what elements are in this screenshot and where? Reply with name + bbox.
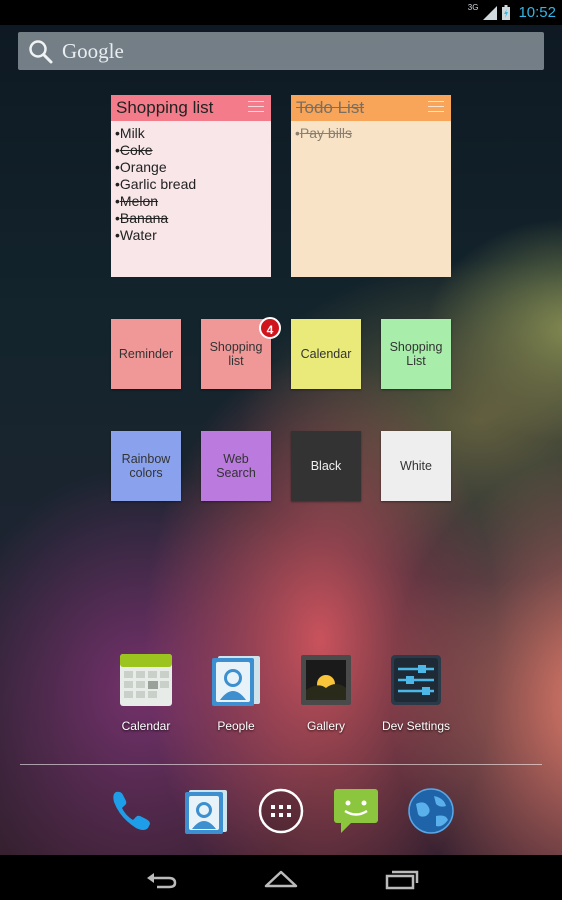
search-placeholder: Google — [62, 39, 124, 63]
clock: 10:52 — [518, 4, 556, 21]
back-icon[interactable] — [143, 866, 179, 890]
calendar-tile[interactable]: Calendar — [291, 319, 361, 389]
shopping-list-widget[interactable]: Shopping list •Milk •Coke •Orange •Garli… — [111, 95, 271, 277]
browser-icon[interactable] — [406, 786, 456, 836]
app-dev-settings[interactable]: Dev Settings — [371, 652, 461, 733]
note-body[interactable]: •Pay bills — [291, 121, 451, 146]
notification-badge: 4 — [259, 317, 281, 339]
note-title: Todo List — [296, 98, 365, 117]
list-item: •Pay bills — [295, 125, 353, 141]
menu-icon[interactable] — [428, 101, 444, 114]
calendar-icon — [120, 654, 172, 706]
navigation-bar — [0, 855, 562, 900]
messaging-icon[interactable] — [331, 786, 381, 836]
app-drawer-icon[interactable] — [256, 786, 306, 836]
list-item: •Water — [115, 227, 157, 243]
app-label: Gallery — [306, 719, 345, 733]
search-icon — [29, 40, 53, 64]
shopping-list-tile[interactable]: Shopping list 4 — [201, 317, 281, 389]
app-calendar[interactable]: Calendar — [101, 652, 191, 733]
gallery-icon — [301, 655, 351, 705]
white-tile[interactable]: White — [381, 431, 451, 501]
dock-divider — [20, 764, 542, 765]
status-bar: 3G 10:52 — [0, 0, 562, 25]
list-item: •Banana — [115, 210, 169, 226]
contacts-icon[interactable] — [181, 786, 231, 836]
recents-icon[interactable] — [383, 866, 419, 890]
note-header[interactable]: Todo List — [291, 95, 451, 121]
list-item: •Melon — [115, 193, 159, 209]
note-header[interactable]: Shopping list — [111, 95, 271, 121]
rainbow-colors-tile[interactable]: Rainbow colors — [111, 431, 181, 501]
list-item: •Garlic bread — [115, 176, 197, 192]
app-label: Calendar — [121, 719, 171, 733]
list-item: •Orange — [115, 159, 167, 175]
phone-icon[interactable] — [106, 786, 156, 836]
dev-settings-icon — [391, 655, 441, 705]
black-tile[interactable]: Black — [291, 431, 361, 501]
reminder-tile[interactable]: Reminder — [111, 319, 181, 389]
network-type: 3G — [467, 3, 479, 12]
shopping-list-tile-2[interactable]: Shopping List — [381, 319, 451, 389]
google-search-bar[interactable]: Google — [18, 32, 544, 70]
app-gallery[interactable]: Gallery — [281, 652, 371, 733]
home-icon[interactable] — [263, 866, 299, 890]
app-label: People — [217, 719, 255, 733]
app-people[interactable]: People — [191, 652, 281, 733]
signal-icon — [483, 5, 498, 20]
app-label: Dev Settings — [381, 719, 451, 733]
note-title: Shopping list — [116, 98, 214, 117]
web-search-tile[interactable]: Web Search — [201, 431, 271, 501]
todo-list-widget[interactable]: Todo List •Pay bills — [291, 95, 451, 277]
people-icon — [212, 656, 260, 706]
note-body[interactable]: •Milk •Coke •Orange •Garlic bread •Melon… — [111, 121, 271, 248]
wallpaper — [0, 0, 562, 900]
list-item: •Milk — [115, 125, 145, 141]
menu-icon[interactable] — [248, 101, 264, 114]
battery-charging-icon — [502, 5, 511, 20]
list-item: •Coke — [115, 142, 153, 158]
